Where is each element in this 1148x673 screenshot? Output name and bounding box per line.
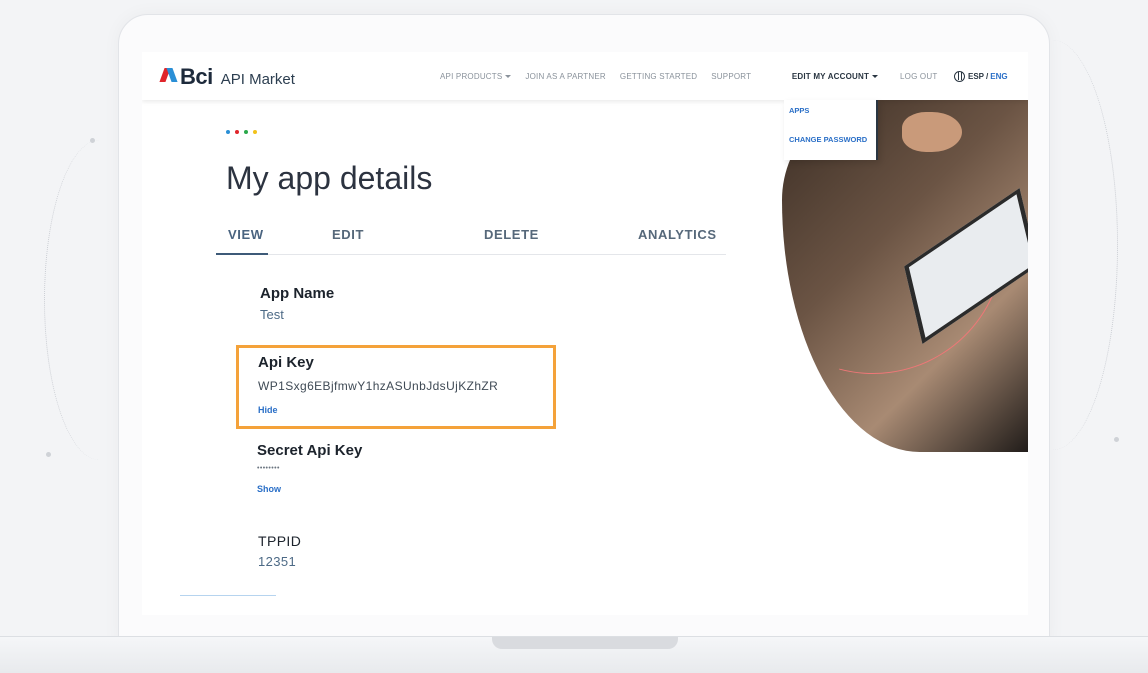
tab-edit[interactable]: EDIT [332,227,364,242]
secret-api-key-value: •••••••• [257,465,280,472]
account-dropdown-menu: APPS CHANGE PASSWORD [784,100,878,160]
brand-name: Bci [180,64,213,89]
secret-api-key-label: Secret Api Key [257,442,363,459]
tab-view[interactable]: VIEW [228,227,264,242]
nav-logout-label: LOG OUT [900,71,938,81]
decorative-dot-red [235,130,239,134]
decorative-dot-yellow [253,130,257,134]
show-secret-key-link[interactable]: Show [257,484,281,494]
hero-image-hand [902,112,962,152]
product-name: API Market [220,71,295,88]
chevron-down-icon [505,74,512,78]
chevron-down-icon [872,74,879,78]
active-tab-indicator [216,253,268,255]
nav-links: API PRODUCTS JOIN AS A PARTNER GETTING S… [440,52,765,100]
brand-logo[interactable]: Bci API Market [162,64,295,90]
nav-api-products-label: API PRODUCTS [440,71,503,81]
nav-getting-started[interactable]: GETTING STARTED [620,72,697,81]
decorative-color-dots [226,130,262,134]
globe-icon [954,70,965,82]
laptop-notch [492,637,678,649]
tab-delete[interactable]: DELETE [484,227,539,242]
bci-logo-mark-icon [162,66,178,84]
hide-api-key-link[interactable]: Hide [258,405,278,415]
lang-esp[interactable]: ESP [968,72,984,81]
dropdown-item-apps[interactable]: APPS [784,106,876,115]
language-switcher[interactable]: ESP / ENG [954,52,1008,100]
app-name-label: App Name [260,285,335,302]
decorative-dot [90,138,95,143]
nav-join-partner[interactable]: JOIN AS A PARTNER [525,72,605,81]
lang-separator: / [986,71,989,81]
nav-edit-account-text: EDIT MY ACCOUNT [791,71,870,81]
nav-edit-account[interactable]: EDIT MY ACCOUNT [784,52,886,100]
app-name-value: Test [260,307,284,322]
app-tabs: VIEW EDIT DELETE ANALYTICS [216,222,726,255]
nav-support[interactable]: SUPPORT [711,72,751,81]
api-key-label: Api Key [258,354,314,371]
browser-screen: Bci API Market API PRODUCTS JOIN AS A PA… [142,52,1028,615]
tppid-label: TPPID [258,533,302,549]
top-navbar: Bci API Market API PRODUCTS JOIN AS A PA… [142,52,1028,100]
decorative-dot-green [244,130,248,134]
lang-eng[interactable]: ENG [990,72,1007,81]
dropdown-item-change-password[interactable]: CHANGE PASSWORD [784,135,876,144]
api-key-value: WP1Sxg6EBjfmwY1hzASUnbJdsUjKZhZR [258,379,499,393]
tab-analytics[interactable]: ANALYTICS [638,227,717,242]
nav-api-products[interactable]: API PRODUCTS [440,71,512,81]
nav-edit-account-label: EDIT MY ACCOUNT [791,71,879,81]
decorative-dot [46,452,51,457]
tppid-value: 12351 [258,554,297,569]
nav-logout[interactable]: LOG OUT [900,52,951,100]
footer-divider [180,595,276,596]
decorative-dot [1114,437,1119,442]
decorative-dot-blue [226,130,230,134]
page-title: My app details [226,160,433,196]
